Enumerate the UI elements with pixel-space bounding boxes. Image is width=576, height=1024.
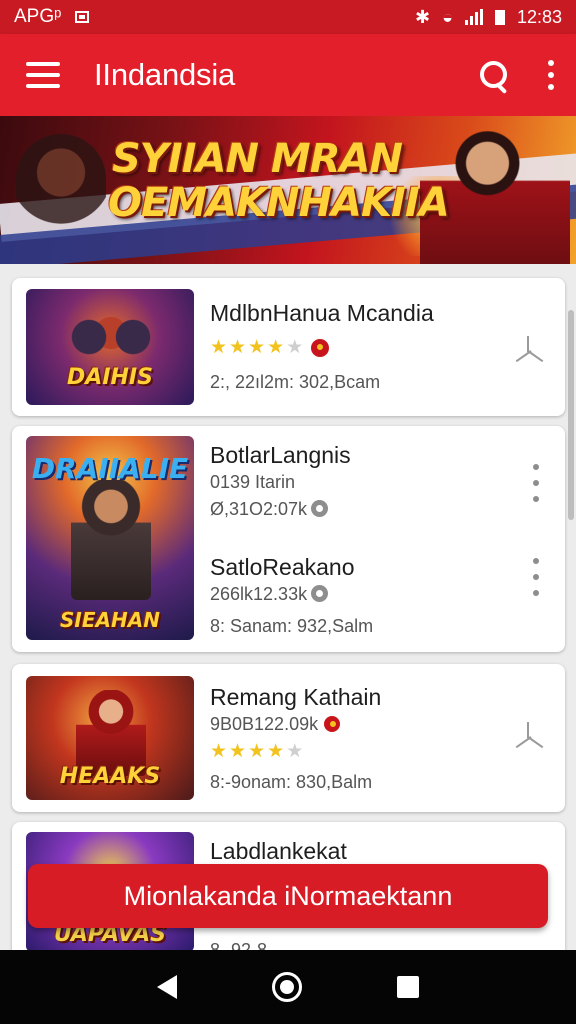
wifi-icon: ◒ bbox=[442, 6, 453, 27]
install-icon[interactable] bbox=[513, 722, 543, 750]
banner-headline-1: SYIIAN MRAN bbox=[112, 136, 403, 182]
primary-action-button[interactable]: Mionlakanda iNormaektann bbox=[28, 864, 548, 928]
item-meta-secondary: 8:-9onam: 830,Balm bbox=[210, 772, 373, 792]
item-meta: 2:, 22ıl2m: 302,Bcam bbox=[210, 372, 381, 392]
status-time: 12:83 bbox=[516, 6, 562, 27]
info-icon bbox=[311, 500, 329, 517]
system-nav-bar bbox=[0, 950, 576, 1024]
thumbnail-title: DAIHIS bbox=[67, 365, 153, 390]
item-meta: 9B0B122.09k bbox=[210, 714, 341, 735]
back-icon[interactable] bbox=[157, 975, 178, 999]
signal-icon bbox=[464, 9, 483, 25]
app-thumbnail: HEAAKS bbox=[26, 676, 194, 800]
item-title: MdlbnHanua Mcandia bbox=[210, 300, 434, 326]
bluetooth-icon: ✱ bbox=[414, 6, 431, 27]
item-title: BotlarLangnis bbox=[210, 442, 351, 468]
menu-icon[interactable] bbox=[26, 62, 60, 88]
app-title: IIndandsia bbox=[94, 57, 236, 92]
notification-icon bbox=[75, 11, 90, 23]
item-title: Labdlankekat bbox=[210, 838, 347, 864]
more-vert-icon[interactable] bbox=[533, 464, 539, 502]
status-left-label: APGᵖ bbox=[14, 6, 62, 27]
install-icon[interactable] bbox=[513, 336, 543, 364]
item-meta-secondary: Ø,31O2:07k bbox=[210, 499, 329, 520]
battery-icon bbox=[494, 9, 505, 25]
info-icon bbox=[311, 585, 329, 602]
rating-stars: ★ ★ ★ ★ ★ bbox=[210, 336, 330, 359]
search-icon[interactable] bbox=[478, 59, 510, 91]
banner-headline-2: OEMAKNHAKIIA bbox=[108, 180, 450, 226]
home-icon[interactable] bbox=[271, 972, 302, 1002]
list-item[interactable]: DRAIIALIE SIEAHAN BotlarLangnis 0139 Ita… bbox=[12, 426, 565, 652]
thumbnail-title: HEAAKS bbox=[59, 764, 161, 789]
list-item[interactable]: DAIHIS MdlbnHanua Mcandia ★ ★ ★ ★ ★ 2:, 22ıl… bbox=[12, 278, 565, 416]
item-meta: 0139 Itarin bbox=[210, 472, 296, 492]
app-thumbnail: DAIHIS bbox=[26, 289, 194, 405]
promo-banner[interactable]: SYIIAN MRAN OEMAKNHAKIIA bbox=[0, 116, 576, 264]
thumbnail-subtitle: SIEAHAN bbox=[60, 608, 160, 632]
status-bar: APGᵖ ✱ ◒ 12:83 bbox=[0, 0, 576, 34]
item-meta: 266lk12.33k bbox=[210, 584, 329, 605]
list-item[interactable]: HEAAKS Remang Kathain 9B0B122.09k ★ ★ ★ ★ ★ … bbox=[12, 664, 565, 812]
recents-icon[interactable] bbox=[396, 976, 419, 998]
item-meta-secondary: 8: Sanam: 932,Salm bbox=[210, 616, 374, 636]
award-badge-icon bbox=[324, 716, 341, 732]
scrollbar[interactable] bbox=[568, 310, 574, 520]
item-title: SatloReakano bbox=[210, 554, 355, 580]
more-vert-icon[interactable] bbox=[533, 558, 539, 596]
item-title: Remang Kathain bbox=[210, 684, 382, 710]
banner-character-left bbox=[16, 134, 106, 244]
rating-stars: ★ ★ ★ ★ ★ bbox=[210, 741, 304, 762]
award-badge-icon bbox=[311, 338, 330, 357]
app-bar: IIndandsia bbox=[0, 34, 576, 116]
more-vert-icon[interactable] bbox=[546, 60, 556, 90]
app-thumbnail: DRAIIALIE SIEAHAN bbox=[26, 436, 194, 640]
